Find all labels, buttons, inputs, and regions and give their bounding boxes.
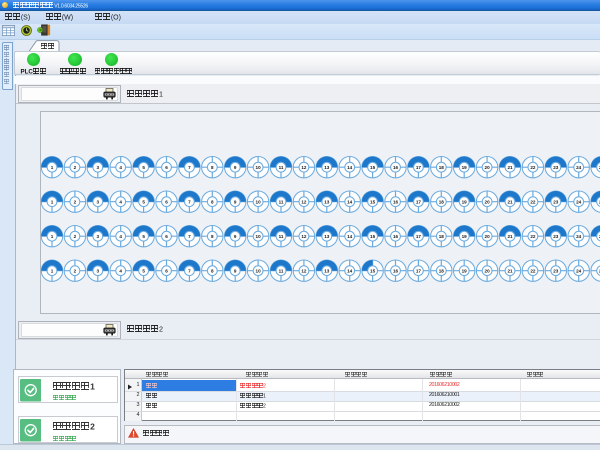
svg-text:17: 17	[416, 165, 422, 170]
svg-text:19: 19	[462, 268, 468, 273]
svg-text:13: 13	[324, 199, 330, 204]
svg-text:20: 20	[485, 268, 491, 273]
svg-text:18: 18	[439, 165, 445, 170]
svg-text:23: 23	[553, 199, 559, 204]
svg-text:13: 13	[324, 268, 330, 273]
svg-text:3: 3	[97, 234, 100, 239]
svg-text:6: 6	[165, 268, 168, 273]
svg-text:8: 8	[211, 234, 214, 239]
svg-text:21: 21	[507, 165, 513, 170]
svg-text:19: 19	[462, 165, 468, 170]
svg-text:11: 11	[279, 199, 284, 204]
svg-text:8: 8	[211, 165, 214, 170]
svg-text:17: 17	[416, 268, 422, 273]
svg-text:24: 24	[576, 165, 582, 170]
svg-text:16: 16	[393, 165, 399, 170]
svg-text:15: 15	[370, 165, 376, 170]
svg-text:11: 11	[279, 165, 284, 170]
svg-text:1: 1	[51, 165, 54, 170]
svg-text:5: 5	[142, 234, 145, 239]
svg-text:2: 2	[74, 234, 77, 239]
svg-text:20: 20	[485, 234, 491, 239]
svg-text:13: 13	[324, 165, 330, 170]
svg-text:11: 11	[279, 234, 284, 239]
svg-text:1: 1	[51, 199, 54, 204]
svg-text:13: 13	[324, 234, 330, 239]
svg-text:10: 10	[256, 165, 262, 170]
svg-text:9: 9	[234, 199, 237, 204]
svg-text:7: 7	[188, 199, 191, 204]
svg-text:4: 4	[119, 234, 122, 239]
svg-text:18: 18	[439, 199, 445, 204]
svg-text:19: 19	[462, 199, 468, 204]
svg-text:21: 21	[507, 268, 513, 273]
svg-text:22: 22	[530, 268, 536, 273]
svg-text:2: 2	[74, 199, 77, 204]
svg-text:10: 10	[256, 234, 262, 239]
svg-text:5: 5	[142, 199, 145, 204]
svg-text:24: 24	[576, 234, 582, 239]
svg-text:1: 1	[51, 234, 54, 239]
svg-text:6: 6	[165, 165, 168, 170]
svg-text:24: 24	[576, 268, 582, 273]
svg-text:17: 17	[416, 234, 422, 239]
svg-text:12: 12	[301, 165, 307, 170]
svg-text:3: 3	[97, 165, 100, 170]
svg-text:7: 7	[188, 234, 191, 239]
svg-text:11: 11	[279, 268, 284, 273]
svg-text:21: 21	[507, 199, 513, 204]
svg-text:8: 8	[211, 199, 214, 204]
svg-text:14: 14	[347, 268, 353, 273]
svg-text:16: 16	[393, 268, 399, 273]
svg-text:23: 23	[553, 165, 559, 170]
svg-text:4: 4	[119, 199, 122, 204]
svg-text:22: 22	[530, 165, 536, 170]
svg-text:18: 18	[439, 234, 445, 239]
svg-text:17: 17	[416, 199, 422, 204]
svg-text:4: 4	[119, 165, 122, 170]
svg-text:3: 3	[97, 199, 100, 204]
svg-text:21: 21	[507, 234, 513, 239]
svg-text:2: 2	[74, 165, 77, 170]
svg-text:12: 12	[301, 199, 307, 204]
svg-text:16: 16	[393, 199, 399, 204]
svg-text:15: 15	[370, 234, 376, 239]
svg-text:14: 14	[347, 199, 353, 204]
svg-text:10: 10	[256, 268, 262, 273]
svg-text:22: 22	[530, 234, 536, 239]
svg-text:24: 24	[576, 199, 582, 204]
svg-text:6: 6	[165, 234, 168, 239]
svg-text:2: 2	[74, 268, 77, 273]
svg-text:4: 4	[119, 268, 122, 273]
svg-text:20: 20	[485, 165, 491, 170]
svg-text:9: 9	[234, 268, 237, 273]
svg-text:14: 14	[347, 165, 353, 170]
svg-text:12: 12	[301, 268, 307, 273]
svg-text:15: 15	[370, 199, 376, 204]
svg-text:3: 3	[97, 268, 100, 273]
svg-text:22: 22	[530, 199, 536, 204]
svg-text:8: 8	[211, 268, 214, 273]
svg-text:7: 7	[188, 268, 191, 273]
svg-text:16: 16	[393, 234, 399, 239]
svg-text:1: 1	[51, 268, 54, 273]
svg-text:5: 5	[142, 165, 145, 170]
svg-text:23: 23	[553, 268, 559, 273]
svg-text:7: 7	[188, 165, 191, 170]
svg-text:20: 20	[485, 199, 491, 204]
svg-text:9: 9	[234, 165, 237, 170]
svg-text:6: 6	[165, 199, 168, 204]
svg-text:5: 5	[142, 268, 145, 273]
svg-text:23: 23	[553, 234, 559, 239]
svg-text:12: 12	[301, 234, 307, 239]
svg-text:10: 10	[256, 199, 262, 204]
svg-text:15: 15	[370, 268, 376, 273]
svg-text:9: 9	[234, 234, 237, 239]
svg-text:18: 18	[439, 268, 445, 273]
svg-text:14: 14	[347, 234, 353, 239]
svg-text:19: 19	[462, 234, 468, 239]
